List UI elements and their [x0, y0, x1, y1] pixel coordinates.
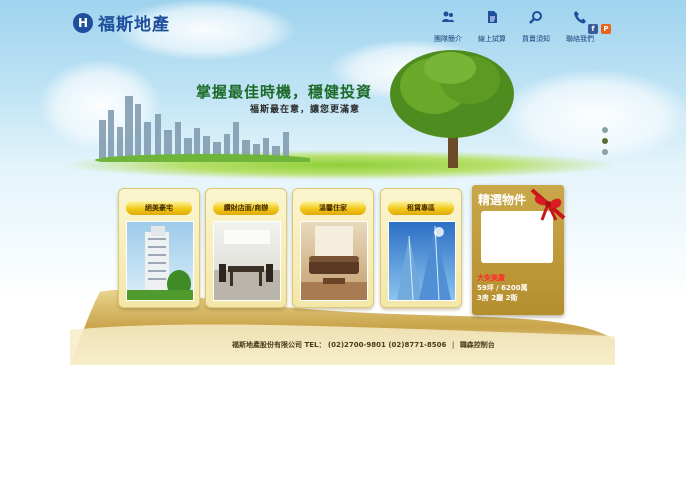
phone-icon	[574, 11, 586, 24]
featured-layout: 3房 2廳 2衛	[477, 294, 518, 302]
facebook-icon[interactable]: f	[588, 24, 598, 34]
nav-item-calculator[interactable]: 線上試算	[474, 10, 510, 45]
footer-phones: (02)2700-9801 (02)8771-8506	[327, 341, 447, 349]
living-room-image	[300, 221, 368, 301]
slider-dot-active[interactable]	[602, 138, 608, 144]
skyscraper-image	[388, 221, 456, 301]
slider-dots	[602, 127, 608, 155]
nav-label: 買賣須知	[522, 35, 550, 43]
cloud	[500, 70, 686, 160]
category-card-rental[interactable]: 租賃專區	[380, 188, 462, 308]
nav-label: 線上試算	[478, 35, 506, 43]
category-label: 租賃專區	[388, 201, 454, 215]
slider-dot[interactable]	[602, 127, 608, 133]
ribbon-bow-icon	[530, 188, 566, 221]
skyscraper-icon	[397, 225, 451, 300]
logo-mark-icon: H	[73, 12, 93, 33]
plurk-icon[interactable]: P	[601, 24, 611, 34]
logo[interactable]: H 福斯地產	[73, 10, 170, 35]
footer: 福斯地產股份有限公司 TEL： (02)2700-9801 (02)8771-8…	[232, 340, 495, 350]
nav-item-notice[interactable]: 買賣須知	[518, 10, 554, 45]
social-links: f P	[588, 24, 611, 34]
category-label: 鑽財店面/商辦	[213, 201, 279, 215]
slider-dot[interactable]	[602, 149, 608, 155]
brand-name: 福斯地產	[98, 15, 170, 35]
nav-label: 聯絡我們	[566, 35, 594, 43]
featured-title: 精選物件	[478, 193, 527, 207]
office-icon	[214, 230, 280, 300]
category-card-shop-office[interactable]: 鑽財店面/商辦	[205, 188, 287, 308]
category-card-home[interactable]: 溫馨住家	[292, 188, 374, 308]
building-icon	[127, 226, 193, 300]
featured-property-name[interactable]: 大安美廈	[477, 273, 505, 283]
team-icon	[442, 11, 454, 22]
footer-tel-label: TEL：	[304, 341, 326, 349]
document-icon	[488, 11, 497, 23]
page: H 福斯地產 團隊簡介 線上試算 買賣須知 聯絡我們 f P 掌握最佳時機，穩健…	[0, 0, 686, 482]
tree-icon	[390, 50, 514, 168]
top-nav: 團隊簡介 線上試算 買賣須知 聯絡我們	[430, 10, 598, 45]
office-interior-image	[213, 221, 281, 301]
nav-label: 團隊簡介	[434, 35, 462, 43]
hero-subslogan: 福斯最在意，讓您更滿意	[250, 105, 361, 115]
featured-size-price: 59坪 / 6200萬	[477, 284, 528, 292]
search-icon	[529, 11, 542, 24]
nav-item-team[interactable]: 團隊簡介	[430, 10, 466, 45]
category-label: 溫馨住家	[300, 201, 366, 215]
category-label: 絕美豪宅	[126, 201, 192, 215]
hero-slogan: 掌握最佳時機，穩健投資	[196, 83, 373, 101]
footer-divider: |	[451, 341, 455, 349]
footer-company: 福斯地產股份有限公司	[232, 341, 302, 349]
luxury-building-image	[126, 221, 194, 301]
footer-credit-link[interactable]: 職森控制台	[460, 341, 495, 349]
living-room-icon	[301, 226, 367, 300]
category-card-luxury[interactable]: 絕美豪宅	[118, 188, 200, 308]
